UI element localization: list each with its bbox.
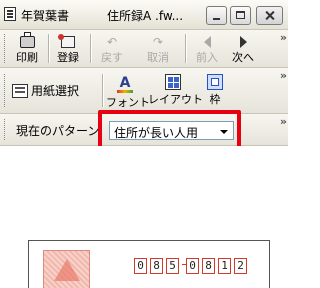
document-canvas[interactable]: 0850812 — [0, 146, 288, 288]
cancel-button[interactable]: ↷ 取消 — [138, 36, 178, 65]
toolbar-grip[interactable] — [4, 119, 7, 140]
application-window: 年賀葉書 住所録A .fw... 印刷 登録 ↶ 戻す ↷ 取消 前入 次へ »… — [0, 0, 288, 288]
font-label: フォント — [106, 96, 150, 109]
toolbar-grip[interactable] — [4, 74, 7, 107]
previous-arrow-icon — [203, 36, 211, 48]
close-button[interactable] — [256, 6, 283, 25]
toolbar-separator — [48, 34, 50, 63]
postal-code-digit: 1 — [218, 258, 231, 274]
cancel-label: 取消 — [147, 51, 169, 64]
cancel-icon: ↷ — [152, 35, 164, 49]
frame-button[interactable]: 枠 — [200, 74, 230, 107]
minimize-button[interactable] — [206, 6, 227, 25]
postal-code-digit: 5 — [166, 258, 179, 274]
toolbar-overflow-icon[interactable]: » — [280, 115, 287, 128]
font-button[interactable]: A フォント — [106, 76, 150, 110]
maximize-button[interactable] — [230, 6, 251, 25]
toolbar-overflow-icon[interactable]: » — [280, 69, 287, 82]
postal-code-digit: 0 — [186, 258, 199, 274]
frame-icon — [207, 74, 223, 90]
print-button[interactable]: 印刷 — [10, 32, 44, 65]
toolbar-separator — [102, 74, 104, 107]
register-button[interactable]: 登録 — [53, 34, 83, 65]
layout-button[interactable]: レイアウト — [148, 74, 203, 107]
toolbar-separator — [90, 34, 92, 63]
app-icon — [4, 7, 16, 21]
postal-code-digit: 2 — [234, 258, 247, 274]
paper-icon — [12, 83, 28, 98]
previous-button[interactable]: 前入 — [190, 36, 224, 65]
undo-button[interactable]: ↶ 戻す — [95, 36, 129, 65]
format-toolbar: 用紙選択 A フォント レイアウト 枠 » — [0, 68, 288, 114]
postal-code-digit: 8 — [202, 258, 215, 274]
next-label: 次へ — [232, 51, 254, 64]
layout-label: レイアウト — [148, 93, 203, 106]
toolbar-overflow-icon[interactable]: » — [280, 31, 287, 44]
app-title: 年賀葉書 — [21, 9, 70, 23]
font-icon: A — [117, 76, 133, 93]
postage-stamp-image — [43, 250, 90, 288]
next-arrow-icon — [239, 36, 247, 48]
document-title: 住所録A .fw... — [107, 9, 184, 23]
pattern-label: 現在のパターン — [16, 124, 100, 138]
paper-select-label: 用紙選択 — [31, 84, 80, 98]
undo-label: 戻す — [101, 51, 123, 64]
postal-code-digit: 8 — [150, 258, 163, 274]
paper-select-button[interactable]: 用紙選択 — [12, 82, 100, 99]
toolbar-grip[interactable] — [4, 34, 7, 63]
printer-icon — [19, 32, 35, 48]
next-button[interactable]: 次へ — [226, 36, 260, 65]
toolbar-separator — [185, 34, 187, 63]
title-bar[interactable]: 年賀葉書 住所録A .fw... — [0, 0, 288, 30]
postcard-preview[interactable]: 0850812 — [28, 240, 270, 288]
register-icon — [58, 34, 75, 48]
print-label: 印刷 — [16, 51, 38, 64]
main-toolbar: 印刷 登録 ↶ 戻す ↷ 取消 前入 次へ » — [0, 30, 288, 68]
register-label: 登録 — [57, 51, 79, 64]
previous-label: 前入 — [196, 51, 218, 64]
frame-label: 枠 — [209, 93, 221, 106]
layout-icon — [165, 74, 181, 90]
postal-code-digit: 0 — [134, 258, 147, 274]
undo-icon: ↶ — [106, 35, 118, 49]
